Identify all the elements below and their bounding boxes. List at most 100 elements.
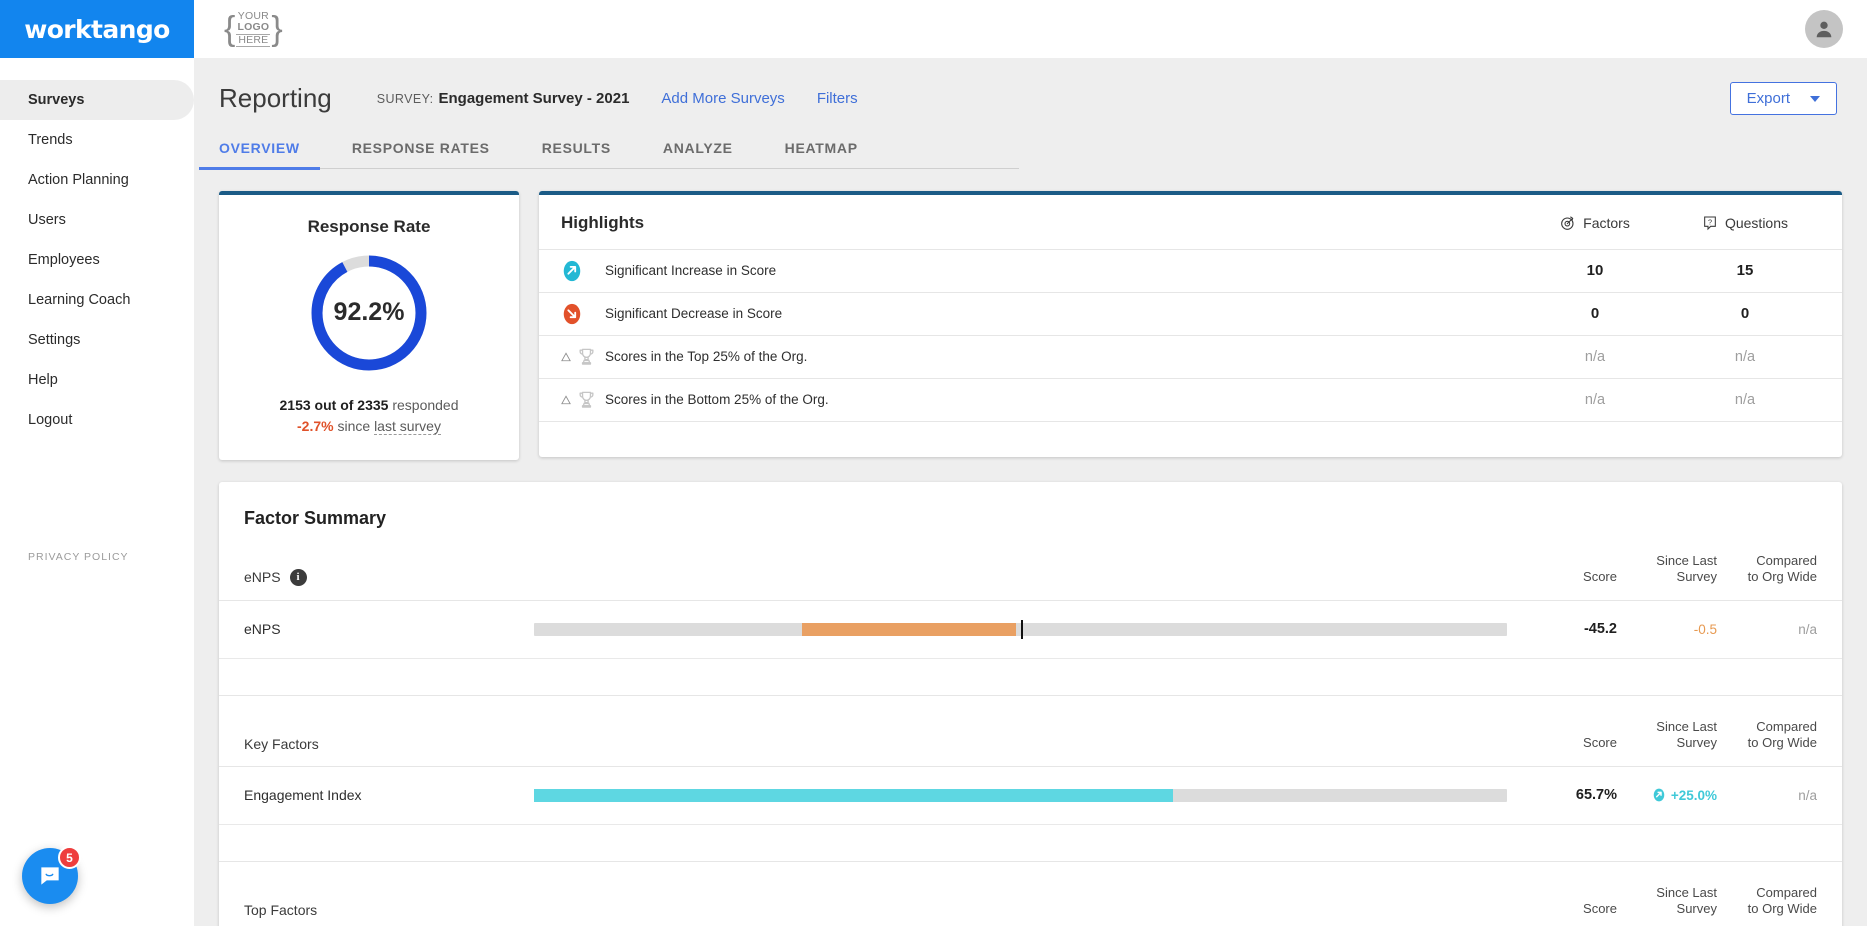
chevron-down-icon: [1810, 96, 1820, 102]
sidebar-item-learning-coach[interactable]: Learning Coach: [0, 280, 194, 320]
col-header-line2: Survey: [1617, 569, 1717, 585]
delta-value: +25.0%: [1671, 788, 1717, 803]
group-name-wrap: eNPS i: [244, 569, 1527, 600]
highlights-row-increase: Significant Increase in Score 10 15: [539, 249, 1842, 292]
col-header-line1: Compared: [1717, 719, 1817, 735]
group-name: Key Factors: [244, 736, 319, 752]
responded-suffix: responded: [392, 397, 458, 413]
sidebar: Surveys Trends Action Planning Users Emp…: [0, 58, 194, 926]
row-icon-wrap: [561, 260, 605, 282]
content-area: Response Rate 92.2% 2153 out of 2335: [194, 169, 1867, 926]
response-rate-title: Response Rate: [219, 217, 519, 237]
group-name-wrap: Top Factors: [244, 902, 1527, 926]
svg-text:?: ?: [1708, 217, 1712, 226]
column-label: Factors: [1583, 215, 1630, 231]
app-root: worktango { YOUR LOGO HERE }: [0, 0, 1867, 926]
warning-triangle-icon: [561, 395, 571, 405]
group-header-key-factors: Key Factors Score Since Last Survey Comp…: [219, 695, 1842, 767]
row-icon-wrap: [561, 347, 605, 366]
row-questions-value: 15: [1670, 262, 1820, 279]
responded-count: 2153 out of 2335: [280, 397, 389, 413]
highlights-card: Highlights Factors: [539, 191, 1842, 457]
sidebar-label: Surveys: [28, 92, 84, 108]
score-bar-track: [534, 789, 1507, 802]
score-bar-marker: [1021, 620, 1023, 639]
tab-overview[interactable]: OVERVIEW: [219, 140, 300, 168]
tab-results[interactable]: RESULTS: [542, 140, 611, 168]
warning-triangle-icon: [561, 352, 571, 362]
sidebar-item-surveys[interactable]: Surveys: [0, 80, 194, 120]
col-header-line2: to Org Wide: [1717, 569, 1817, 585]
score-bar-segment: [802, 623, 1016, 636]
col-header-line1: Since Last: [1617, 885, 1717, 901]
factor-name: Engagement Index: [244, 787, 534, 803]
highlights-row-decrease: Significant Decrease in Score 0 0: [539, 292, 1842, 335]
tab-bar: OVERVIEW RESPONSE RATES RESULTS ANALYZE …: [219, 140, 1019, 169]
trophy-icon: [577, 347, 596, 366]
highlights-row-top25: Scores in the Top 25% of the Org. n/a n/…: [539, 335, 1842, 378]
response-rate-card: Response Rate 92.2% 2153 out of 2335: [219, 191, 519, 460]
brand-logo[interactable]: worktango: [0, 0, 194, 58]
factor-row-engagement-index[interactable]: Engagement Index 65.7% +: [219, 767, 1842, 825]
tab-heatmap[interactable]: HEATMAP: [785, 140, 858, 168]
avatar-area: [1805, 0, 1867, 58]
sidebar-item-trends[interactable]: Trends: [0, 120, 194, 160]
filters-link[interactable]: Filters: [817, 90, 858, 107]
factor-delta: +25.0%: [1617, 788, 1717, 803]
group-header-top-factors: Top Factors Score Since Last Survey Comp…: [219, 861, 1842, 926]
export-button[interactable]: Export: [1730, 82, 1837, 115]
sidebar-item-employees[interactable]: Employees: [0, 240, 194, 280]
info-icon[interactable]: i: [290, 569, 307, 586]
row-label: Significant Decrease in Score: [605, 306, 1520, 321]
export-label: Export: [1747, 90, 1790, 107]
responded-count-text: 2153 out of 2335 responded: [219, 397, 519, 413]
group-spacer: [219, 659, 1842, 695]
user-icon: [1813, 18, 1835, 40]
col-header-since-last-survey: Since Last Survey: [1617, 885, 1717, 926]
logo-line-3: HERE: [236, 34, 270, 47]
topbar-spacer: [283, 0, 1805, 58]
highlights-row-bottom25: Scores in the Bottom 25% of the Org. n/a…: [539, 378, 1842, 421]
sidebar-label: Trends: [28, 132, 73, 148]
tab-response-rates[interactable]: RESPONSE RATES: [352, 140, 490, 168]
factor-row-enps[interactable]: eNPS -45.2 -0.5 n/a: [219, 601, 1842, 659]
sidebar-label: Learning Coach: [28, 292, 130, 308]
chat-launcher-button[interactable]: 5: [22, 848, 78, 904]
sidebar-item-users[interactable]: Users: [0, 200, 194, 240]
highlights-column-factors: Factors: [1520, 215, 1670, 231]
score-bar-track: [534, 623, 1507, 636]
group-name-wrap: Key Factors: [244, 736, 1527, 766]
factor-summary-card: Factor Summary eNPS i Score Since Last S…: [219, 482, 1842, 926]
factor-bar-cell: [534, 789, 1527, 802]
row-questions-value: n/a: [1670, 349, 1820, 365]
avatar[interactable]: [1805, 10, 1843, 48]
sidebar-label: Users: [28, 212, 66, 228]
group-name: Top Factors: [244, 902, 317, 918]
col-header-compared-org: Compared to Org Wide: [1717, 885, 1817, 926]
privacy-policy-link[interactable]: PRIVACY POLICY: [28, 551, 129, 563]
summary-cards-row: Response Rate 92.2% 2153 out of 2335: [219, 191, 1842, 460]
delta-suffix: since: [337, 418, 370, 434]
factor-score: 65.7%: [1527, 787, 1617, 803]
sidebar-label: Settings: [28, 332, 80, 348]
factor-org-comparison: n/a: [1717, 788, 1817, 803]
score-bar-fill: [534, 789, 1173, 802]
factor-summary-title: Factor Summary: [219, 482, 1842, 529]
last-survey-link[interactable]: last survey: [374, 418, 441, 435]
brand-name: worktango: [24, 15, 170, 44]
tab-label: ANALYZE: [663, 140, 733, 156]
sidebar-item-settings[interactable]: Settings: [0, 320, 194, 360]
add-more-surveys-link[interactable]: Add More Surveys: [661, 90, 784, 107]
row-factors-value: n/a: [1520, 392, 1670, 408]
page-header: Reporting SURVEY: Engagement Survey - 20…: [194, 58, 1867, 120]
row-questions-value: 0: [1670, 305, 1820, 322]
arrow-up-circle-icon: [561, 260, 583, 282]
sidebar-item-action-planning[interactable]: Action Planning: [0, 160, 194, 200]
sidebar-label: Help: [28, 372, 58, 388]
sidebar-item-help[interactable]: Help: [0, 360, 194, 400]
sidebar-item-logout[interactable]: Logout: [0, 400, 194, 440]
tab-analyze[interactable]: ANALYZE: [663, 140, 733, 168]
col-header-line2: Survey: [1617, 901, 1717, 917]
arrow-down-circle-icon: [561, 303, 583, 325]
col-header-line1: Since Last: [1617, 553, 1717, 569]
